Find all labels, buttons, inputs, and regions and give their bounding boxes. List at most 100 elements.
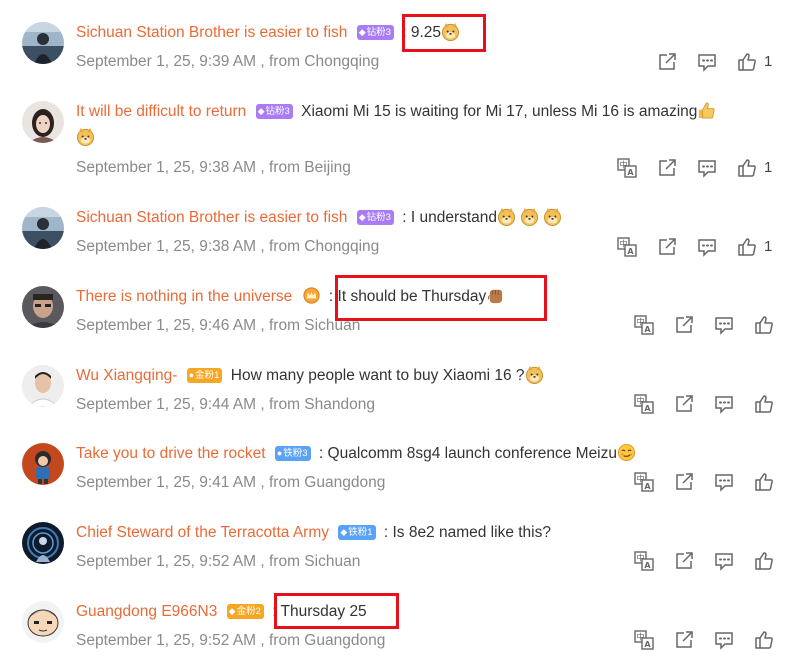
svg-text:A: A xyxy=(644,640,651,649)
comment-meta: September 1, 25, 9:46 AM , from Sichuan xyxy=(76,317,361,334)
comment-icon[interactable] xyxy=(696,236,718,258)
comment-text: : 9.25 xyxy=(402,24,442,41)
svg-text:A: A xyxy=(644,482,651,491)
comment-meta: September 1, 25, 9:38 AM , from Beijing xyxy=(76,159,351,176)
like-icon[interactable] xyxy=(753,393,775,415)
comment-meta: September 1, 25, 9:39 AM , from Chongqin… xyxy=(76,53,380,70)
comment-username[interactable]: It will be difficult to return xyxy=(76,103,246,120)
svg-text:中: 中 xyxy=(637,396,645,406)
share-icon[interactable] xyxy=(656,157,678,179)
comment-icon[interactable] xyxy=(713,629,735,651)
share-icon[interactable] xyxy=(673,314,695,336)
iron-fan-icon: ● xyxy=(276,448,283,458)
comment-meta: September 1, 25, 9:41 AM , from Guangdon… xyxy=(76,474,386,491)
doge-emoji xyxy=(76,127,95,146)
comment-text: : Is 8e2 named like this? xyxy=(383,524,551,541)
avatar[interactable] xyxy=(22,601,64,643)
fan-badge[interactable]: ◆铁粉1 xyxy=(338,525,376,540)
avatar[interactable] xyxy=(22,207,64,249)
svg-text:中: 中 xyxy=(620,239,628,249)
iron-fan-icon: ◆ xyxy=(340,527,348,537)
doge-emoji xyxy=(497,207,516,226)
diamond-icon: ◆ xyxy=(358,27,366,37)
comment-username[interactable]: Sichuan Station Brother is easier to fis… xyxy=(76,24,347,41)
share-icon[interactable] xyxy=(673,471,695,493)
share-icon[interactable] xyxy=(673,550,695,572)
fan-badge[interactable]: ◆钻粉3 xyxy=(255,104,293,119)
share-icon[interactable] xyxy=(673,629,695,651)
svg-text:A: A xyxy=(644,404,651,413)
fist-emoji xyxy=(486,286,505,305)
thumbs-up-emoji xyxy=(697,101,716,120)
like-icon[interactable] xyxy=(753,550,775,572)
svg-text:中: 中 xyxy=(637,474,645,484)
comment-icon[interactable] xyxy=(696,51,718,73)
comment-icon[interactable] xyxy=(713,314,735,336)
comment-username[interactable]: Chief Steward of the Terracotta Army xyxy=(76,524,329,541)
like-count: 1 xyxy=(764,159,773,176)
like-icon[interactable] xyxy=(736,157,758,179)
comment-icon[interactable] xyxy=(713,471,735,493)
comment-username[interactable]: Take you to drive the rocket xyxy=(76,445,266,462)
comment-username[interactable]: Guangdong E966N3 xyxy=(76,603,217,620)
vip-crown-icon[interactable] xyxy=(302,286,321,305)
comment-meta: September 1, 25, 9:52 AM , from Sichuan xyxy=(76,553,361,570)
translate-icon[interactable]: 中A xyxy=(633,550,655,572)
like-icon[interactable] xyxy=(753,471,775,493)
comment-icon[interactable] xyxy=(713,550,735,572)
doge-emoji xyxy=(525,365,544,384)
comment-username[interactable]: Sichuan Station Brother is easier to fis… xyxy=(76,209,347,226)
like-icon[interactable] xyxy=(753,314,775,336)
like-count: 1 xyxy=(764,238,773,255)
diamond-icon: ◆ xyxy=(257,106,265,116)
share-icon[interactable] xyxy=(656,236,678,258)
translate-icon[interactable]: 中A xyxy=(633,629,655,651)
fan-badge[interactable]: ◆金粉2 xyxy=(226,604,264,619)
gold-fan-icon: ● xyxy=(188,370,195,380)
comment-meta: September 1, 25, 9:44 AM , from Shandong xyxy=(76,396,375,413)
share-icon[interactable] xyxy=(673,393,695,415)
fan-badge[interactable]: ●金粉1 xyxy=(186,368,223,383)
comment-meta: September 1, 25, 9:52 AM , from Guangdon… xyxy=(76,632,386,649)
translate-icon[interactable]: 中A xyxy=(633,393,655,415)
like-icon[interactable] xyxy=(753,629,775,651)
comment-username[interactable]: There is nothing in the universe xyxy=(76,288,292,305)
avatar[interactable] xyxy=(22,522,64,564)
avatar[interactable] xyxy=(22,286,64,328)
like-icon[interactable] xyxy=(736,51,758,73)
doge-emoji xyxy=(543,207,562,226)
translate-icon[interactable]: 中A xyxy=(616,157,638,179)
like-count: 1 xyxy=(764,53,773,70)
translate-icon[interactable]: 中A xyxy=(633,314,655,336)
fan-badge[interactable]: ◆钻粉3 xyxy=(356,210,394,225)
translate-icon[interactable]: 中A xyxy=(616,236,638,258)
comment-meta: September 1, 25, 9:38 AM , from Chongqin… xyxy=(76,238,380,255)
svg-text:A: A xyxy=(644,325,651,334)
fan-badge[interactable]: ●铁粉3 xyxy=(274,446,311,461)
comment-text: How many people want to buy Xiaomi 16 ? xyxy=(230,367,525,384)
comment-text: : I understand xyxy=(402,209,498,226)
comment-text: Xiaomi Mi 15 is waiting for Mi 17, unles… xyxy=(301,103,698,120)
comment-icon[interactable] xyxy=(713,393,735,415)
translate-icon[interactable]: 中A xyxy=(633,471,655,493)
diamond-icon: ◆ xyxy=(358,212,366,222)
svg-text:A: A xyxy=(627,247,634,256)
comment-icon[interactable] xyxy=(696,157,718,179)
gold-fan-icon: ◆ xyxy=(228,606,236,616)
svg-text:A: A xyxy=(644,561,651,570)
svg-text:中: 中 xyxy=(637,317,645,327)
avatar[interactable] xyxy=(22,22,64,64)
doge-emoji xyxy=(441,22,460,41)
comment-username[interactable]: Wu Xiangqing- xyxy=(76,367,177,384)
share-icon[interactable] xyxy=(656,51,678,73)
like-icon[interactable] xyxy=(736,236,758,258)
fan-badge[interactable]: ◆钻粉3 xyxy=(356,25,394,40)
comment-text: : Thursday 25 xyxy=(272,603,367,620)
comment-text: : Qualcomm 8sg4 launch conference Meizu xyxy=(318,445,618,462)
comment-text: : It should be Thursday xyxy=(328,288,487,305)
svg-text:A: A xyxy=(627,168,634,177)
avatar[interactable] xyxy=(22,443,64,485)
avatar[interactable] xyxy=(22,365,64,407)
avatar[interactable] xyxy=(22,101,64,143)
svg-text:中: 中 xyxy=(637,632,645,642)
